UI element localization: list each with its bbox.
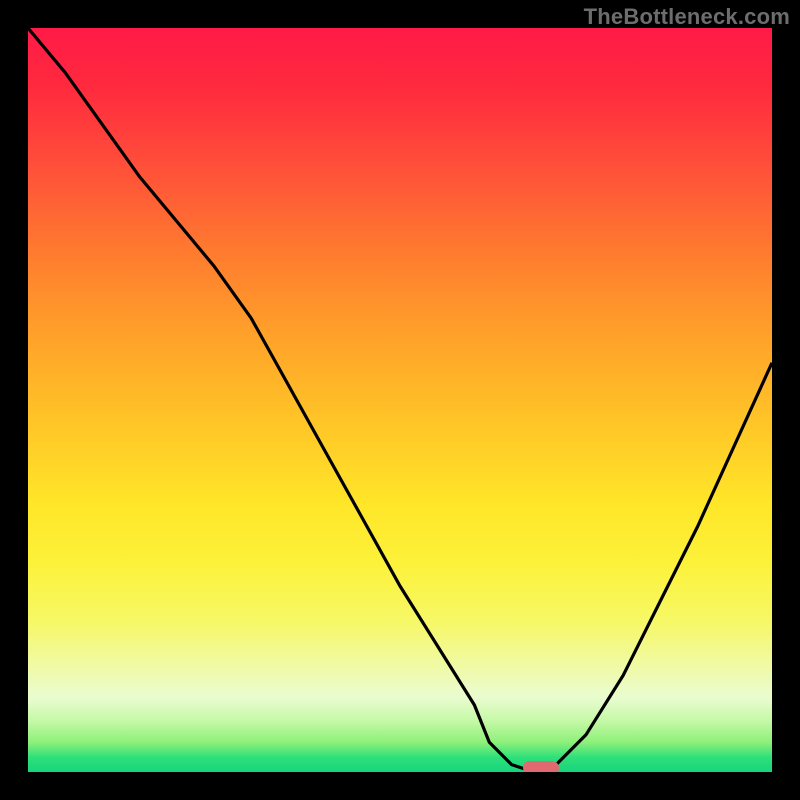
- bottleneck-curve: [28, 28, 772, 772]
- watermark-text: TheBottleneck.com: [584, 4, 790, 30]
- chart-frame: TheBottleneck.com: [0, 0, 800, 800]
- optimal-marker: [523, 761, 559, 772]
- curve-path: [28, 28, 772, 772]
- plot-area: [28, 28, 772, 772]
